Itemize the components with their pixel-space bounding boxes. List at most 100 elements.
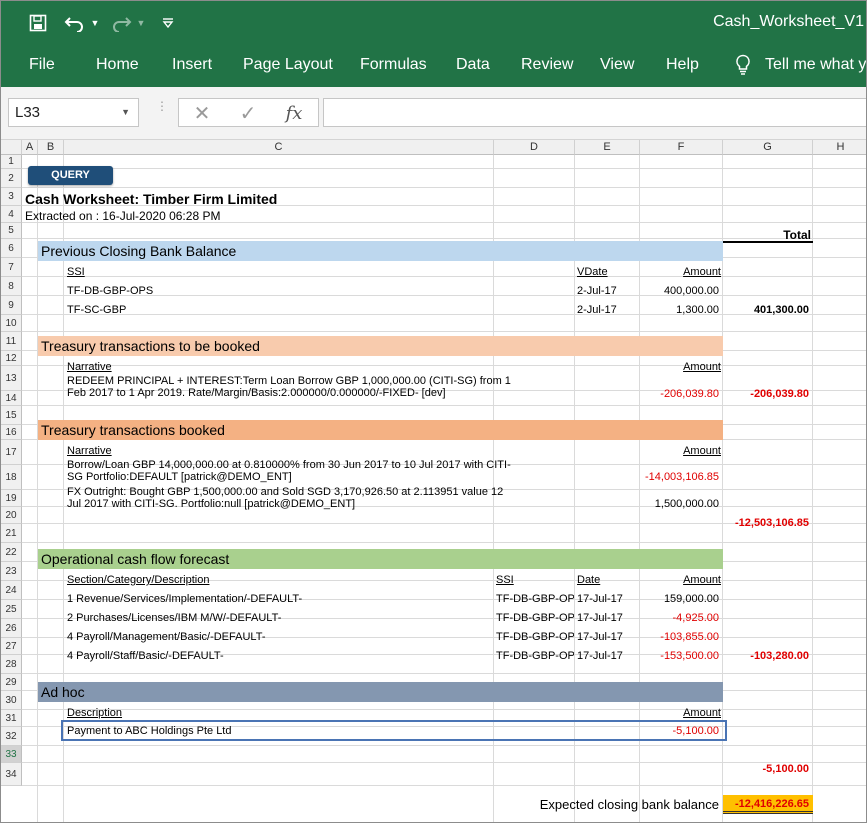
formula-bar: L33 ▼ ⋮ ✕ ✓ fx (1, 87, 866, 140)
header-amount: Amount (683, 574, 721, 586)
name-box-value: L33 (15, 104, 41, 121)
ops-row4-date: 17-Jul-17 (577, 650, 623, 662)
ops-row3-ssi: TF-DB-GBP-OPS (496, 631, 574, 643)
prev-row1-date: 2-Jul-17 (577, 285, 617, 297)
header-section-category: Section/Category/Description (67, 574, 210, 586)
prev-row1-amount: 400,000.00 (663, 285, 719, 297)
section-title: Ad hoc (41, 684, 85, 700)
header-vdate: VDate (577, 266, 608, 278)
tab-help[interactable]: Help (666, 56, 699, 74)
header-amount: Amount (683, 707, 721, 719)
insert-function-icon[interactable]: fx (279, 101, 309, 125)
ops-row1-desc: 1 Revenue/Services/Implementation/-DEFAU… (67, 593, 303, 605)
ops-row2-ssi: TF-DB-GBP-OPS (496, 612, 574, 624)
ops-row3-amount: -103,855.00 (660, 631, 719, 643)
redo-dropdown-icon[interactable]: ▼ (135, 11, 147, 35)
formula-bar-grip-icon: ⋮ (156, 99, 168, 113)
tab-home[interactable]: Home (96, 56, 139, 74)
section-title: Treasury transactions to be booked (41, 338, 260, 354)
section-title: Treasury transactions booked (41, 422, 225, 438)
to-book-amount: -206,039.80 (660, 388, 719, 400)
ops-row1-amount: 159,000.00 (663, 593, 719, 605)
ops-row1-date: 17-Jul-17 (577, 593, 623, 605)
formula-input[interactable] (323, 98, 866, 127)
query-button[interactable]: QUERY (28, 166, 113, 185)
closing-balance-label: Expected closing bank balance (539, 797, 719, 812)
sheet-content: QUERY Cash Worksheet: Timber Firm Limite… (1, 140, 866, 822)
section-title: Previous Closing Bank Balance (41, 243, 237, 259)
closing-balance-value: -12,416,226.65 (734, 798, 809, 810)
header-description: Description (67, 707, 123, 719)
booked-total: -12,503,106.85 (734, 517, 809, 529)
adhoc-row-desc: Payment to ABC Holdings Pte Ltd (67, 725, 232, 737)
lightbulb-icon (735, 54, 751, 76)
formula-buttons: ✕ ✓ fx (178, 98, 319, 127)
total-header-border (723, 241, 813, 243)
ops-row3-desc: 4 Payroll/Management/Basic/-DEFAULT- (67, 631, 266, 643)
title-bar: ▼ ▼ Cash_Worksheet_V1 (1, 1, 866, 45)
tab-data[interactable]: Data (456, 56, 490, 74)
to-book-narrative-line1: REDEEM PRINCIPAL + INTEREST:Term Loan Bo… (67, 375, 511, 387)
booked-row2-line1: FX Outright: Bought GBP 1,500,000.00 and… (67, 486, 504, 498)
adhoc-total: -5,100.00 (762, 763, 809, 775)
booked-row1-line2: SG Portfolio:DEFAULT [patrick@DEMO_ENT] (67, 471, 292, 483)
tab-view[interactable]: View (600, 56, 634, 74)
section-treasury-to-be-booked: Treasury transactions to be booked (38, 336, 723, 356)
ops-row3-date: 17-Jul-17 (577, 631, 623, 643)
tab-file[interactable]: File (29, 56, 55, 74)
booked-row2-line2: Jul 2017 with CITI-SG. Portfolio:null [p… (67, 498, 356, 510)
ops-row1-ssi: TF-DB-GBP-OPS (496, 593, 574, 605)
sheet-title: Cash Worksheet: Timber Firm Limited (25, 191, 278, 207)
header-narrative: Narrative (67, 445, 112, 457)
booked-row1-line1: Borrow/Loan GBP 14,000,000.00 at 0.81000… (67, 459, 511, 471)
closing-balance-cell[interactable]: -12,416,226.65 (723, 795, 813, 814)
ribbon-tabs: File Home Insert Page Layout Formulas Da… (1, 45, 867, 87)
section-ad-hoc: Ad hoc (38, 682, 723, 702)
undo-dropdown-icon[interactable]: ▼ (89, 11, 101, 35)
undo-icon[interactable] (63, 11, 87, 35)
ops-row4-ssi: TF-DB-GBP-OPS (496, 650, 574, 662)
prev-row2-amount: 1,300.00 (676, 304, 719, 316)
cancel-icon[interactable]: ✕ (187, 101, 217, 125)
ops-row2-desc: 2 Purchases/Licenses/IBM M/W/-DEFAULT- (67, 612, 282, 624)
excel-window: ▼ ▼ Cash_Worksheet_V1 File Home Insert P… (0, 0, 867, 823)
ops-row4-amount: -153,500.00 (660, 650, 719, 662)
tell-me-search[interactable]: Tell me what yo (735, 54, 867, 76)
section-operational-forecast: Operational cash flow forecast (38, 549, 723, 569)
ops-row2-amount: -4,925.00 (672, 612, 719, 624)
tab-page-layout[interactable]: Page Layout (243, 56, 333, 74)
prev-row1-ssi: TF-DB-GBP-OPS (67, 285, 154, 297)
prev-row2-date: 2-Jul-17 (577, 304, 617, 316)
header-amount: Amount (683, 445, 721, 457)
to-book-narrative-line2: Feb 2017 to 1 Apr 2019. Rate/Margin/Basi… (67, 387, 446, 399)
header-ssi: SSI (496, 574, 514, 586)
ops-row4-desc: 4 Payroll/Staff/Basic/-DEFAULT- (67, 650, 224, 662)
save-icon[interactable] (27, 11, 49, 35)
section-previous-closing-balance: Previous Closing Bank Balance (38, 241, 723, 261)
extracted-timestamp: Extracted on : 16-Jul-2020 06:28 PM (25, 209, 221, 223)
tab-review[interactable]: Review (521, 56, 573, 74)
document-title: Cash_Worksheet_V1 (713, 13, 864, 30)
section-treasury-booked: Treasury transactions booked (38, 420, 723, 440)
header-ssi: SSI (67, 266, 85, 278)
customize-toolbar-icon[interactable] (159, 11, 177, 35)
adhoc-row-amount: -5,100.00 (672, 725, 719, 737)
total-header: Total (783, 228, 811, 242)
name-box[interactable]: L33 ▼ (8, 98, 139, 127)
chevron-down-icon[interactable]: ▼ (121, 99, 130, 126)
prev-total: 401,300.00 (753, 304, 809, 316)
header-amount: Amount (683, 361, 721, 373)
enter-icon[interactable]: ✓ (233, 101, 263, 125)
to-book-total: -206,039.80 (750, 388, 809, 400)
worksheet-grid[interactable]: A B C D E F G H 1 2 3 4 5 6 7 8 9 10 11 12 13 14 15 16 1… (1, 140, 866, 822)
section-title: Operational cash flow forecast (41, 551, 230, 567)
header-amount: Amount (683, 266, 721, 278)
ops-total: -103,280.00 (750, 650, 809, 662)
redo-icon[interactable] (109, 11, 133, 35)
prev-row2-ssi: TF-SC-GBP (67, 304, 127, 316)
header-narrative: Narrative (67, 361, 112, 373)
tab-formulas[interactable]: Formulas (360, 56, 427, 74)
tell-me-label: Tell me what yo (765, 56, 867, 73)
booked-row1-amount: -14,003,106.85 (644, 471, 719, 483)
tab-insert[interactable]: Insert (172, 56, 212, 74)
